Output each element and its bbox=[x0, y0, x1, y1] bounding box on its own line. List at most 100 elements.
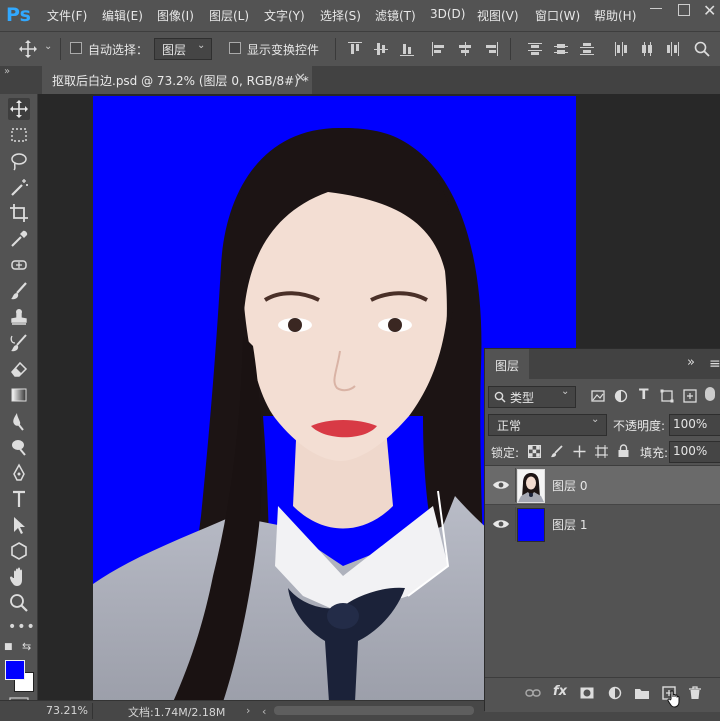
align-right-icon[interactable] bbox=[484, 42, 498, 56]
chevron-down-icon[interactable]: ⌄ bbox=[44, 41, 52, 52]
foreground-color-swatch[interactable] bbox=[5, 660, 25, 680]
expand-panels-icon[interactable]: » bbox=[4, 66, 10, 77]
hand-tool-icon[interactable] bbox=[8, 566, 30, 588]
menu-filter[interactable]: 滤镜(T) bbox=[375, 7, 416, 24]
distribute-horizontal-center-icon[interactable] bbox=[640, 42, 654, 56]
eyedropper-tool-icon[interactable] bbox=[8, 228, 30, 250]
align-top-icon[interactable] bbox=[348, 42, 362, 56]
distribute-bottom-icon[interactable] bbox=[580, 42, 594, 56]
align-vertical-center-icon[interactable] bbox=[374, 42, 388, 56]
layer-name[interactable]: 图层 1 bbox=[552, 516, 587, 533]
visibility-eye-icon[interactable] bbox=[492, 479, 510, 491]
new-group-folder-icon[interactable] bbox=[634, 686, 650, 700]
menu-layer[interactable]: 图层(L) bbox=[209, 7, 249, 24]
link-layers-icon[interactable] bbox=[525, 687, 541, 699]
document-size: 文档:1.74M/2.18M bbox=[128, 706, 226, 719]
type-tool-icon[interactable] bbox=[8, 488, 30, 510]
chevron-right-icon[interactable]: › bbox=[246, 704, 250, 717]
smart-object-filter-icon[interactable] bbox=[683, 389, 697, 403]
align-left-icon[interactable] bbox=[432, 42, 446, 56]
distribute-left-icon[interactable] bbox=[614, 42, 628, 56]
lock-position-icon[interactable] bbox=[573, 445, 586, 458]
eraser-tool-icon[interactable] bbox=[8, 358, 30, 380]
layer-name[interactable]: 图层 0 bbox=[552, 477, 587, 494]
horizontal-scrollbar[interactable] bbox=[274, 706, 474, 715]
align-horizontal-center-icon[interactable] bbox=[458, 42, 472, 56]
search-icon[interactable] bbox=[694, 41, 710, 57]
distribute-right-icon[interactable] bbox=[666, 42, 680, 56]
history-brush-tool-icon[interactable] bbox=[8, 332, 30, 354]
distribute-vertical-center-icon[interactable] bbox=[554, 42, 568, 56]
pen-tool-icon[interactable] bbox=[8, 462, 30, 484]
path-selection-tool-icon[interactable] bbox=[8, 514, 30, 536]
zoom-level[interactable]: 73.21% bbox=[46, 704, 88, 717]
swap-colors-icon[interactable]: ⇆ bbox=[22, 640, 31, 653]
menu-image[interactable]: 图像(I) bbox=[157, 7, 194, 24]
minimize-icon[interactable] bbox=[650, 8, 662, 9]
auto-select-dropdown[interactable]: 图层 ⌄ bbox=[154, 38, 212, 60]
menu-view[interactable]: 视图(V) bbox=[477, 7, 519, 24]
lock-image-pixels-icon[interactable] bbox=[550, 445, 563, 458]
layers-tab[interactable]: 图层 bbox=[485, 349, 529, 379]
lock-transparent-pixels-icon[interactable] bbox=[528, 445, 541, 458]
layer-style-icon[interactable]: fx bbox=[553, 684, 567, 699]
distribute-top-icon[interactable] bbox=[528, 42, 542, 56]
layer-filter-dropdown[interactable]: 类型 ⌄ bbox=[488, 386, 576, 408]
auto-select-checkbox[interactable] bbox=[70, 42, 82, 54]
move-tool-preset-icon[interactable] bbox=[18, 39, 38, 59]
scroll-left-icon[interactable]: ‹ bbox=[262, 705, 266, 718]
blur-tool-icon[interactable] bbox=[8, 410, 30, 432]
opacity-field[interactable]: 100% bbox=[669, 414, 720, 436]
layer-thumbnail bbox=[517, 508, 545, 542]
marquee-tool-icon[interactable] bbox=[8, 124, 30, 146]
layer-row-1[interactable]: 图层 1 bbox=[485, 505, 720, 543]
document-tab[interactable]: 抠取后白边.psd @ 73.2% (图层 0, RGB/8#) * ✕ bbox=[42, 66, 312, 94]
move-tool-icon[interactable] bbox=[8, 98, 30, 120]
show-transform-checkbox[interactable] bbox=[229, 42, 241, 54]
menu-3d[interactable]: 3D(D) bbox=[430, 7, 465, 21]
shape-tool-icon[interactable] bbox=[8, 540, 30, 562]
menu-file[interactable]: 文件(F) bbox=[47, 7, 87, 24]
layer-row-0[interactable]: 图层 0 bbox=[485, 466, 720, 504]
lock-artboard-icon[interactable] bbox=[595, 445, 608, 458]
adjustment-layer-filter-icon[interactable] bbox=[614, 389, 628, 403]
options-bar: ⌄ 自动选择： 图层 ⌄ 显示变换控件 bbox=[0, 31, 720, 67]
pixel-layer-filter-icon[interactable] bbox=[591, 389, 605, 403]
more-tools-icon[interactable]: ••• bbox=[8, 616, 35, 638]
maximize-icon[interactable] bbox=[678, 4, 690, 16]
filter-toggle-icon[interactable] bbox=[705, 387, 715, 401]
delete-layer-icon[interactable] bbox=[688, 686, 702, 700]
auto-select-label: 自动选择： bbox=[88, 43, 149, 57]
new-adjustment-layer-icon[interactable] bbox=[608, 686, 622, 700]
menu-edit[interactable]: 编辑(E) bbox=[102, 7, 143, 24]
lock-all-icon[interactable] bbox=[617, 444, 630, 458]
divider bbox=[510, 38, 511, 60]
type-layer-filter-icon[interactable]: T bbox=[639, 387, 649, 403]
layer-filter-value: 类型 bbox=[510, 391, 535, 405]
layer-thumbnail bbox=[517, 469, 545, 503]
close-window-icon[interactable]: ✕ bbox=[703, 1, 716, 20]
panel-menu-icon[interactable]: ≡ bbox=[709, 356, 720, 372]
menu-help[interactable]: 帮助(H) bbox=[594, 7, 636, 24]
add-mask-icon[interactable] bbox=[580, 686, 594, 700]
clone-stamp-tool-icon[interactable] bbox=[8, 306, 30, 328]
close-tab-icon[interactable]: ✕ bbox=[295, 71, 306, 86]
menu-select[interactable]: 选择(S) bbox=[320, 7, 361, 24]
lasso-tool-icon[interactable] bbox=[8, 150, 30, 172]
gradient-tool-icon[interactable] bbox=[8, 384, 30, 406]
align-bottom-icon[interactable] bbox=[400, 42, 414, 56]
brush-tool-icon[interactable] bbox=[8, 280, 30, 302]
default-colors-icon[interactable]: ■ bbox=[4, 642, 13, 652]
blend-mode-dropdown[interactable]: 正常 ⌄ bbox=[488, 414, 607, 436]
visibility-eye-icon[interactable] bbox=[492, 518, 510, 530]
menu-type[interactable]: 文字(Y) bbox=[264, 7, 305, 24]
zoom-tool-icon[interactable] bbox=[8, 592, 30, 614]
collapse-panel-icon[interactable]: » bbox=[687, 355, 695, 370]
fill-field[interactable]: 100% bbox=[669, 441, 720, 463]
menu-window[interactable]: 窗口(W) bbox=[535, 7, 580, 24]
magic-wand-tool-icon[interactable] bbox=[8, 176, 30, 198]
healing-brush-tool-icon[interactable] bbox=[8, 254, 30, 276]
crop-tool-icon[interactable] bbox=[8, 202, 30, 224]
dodge-tool-icon[interactable] bbox=[8, 436, 30, 458]
shape-layer-filter-icon[interactable] bbox=[660, 389, 674, 403]
